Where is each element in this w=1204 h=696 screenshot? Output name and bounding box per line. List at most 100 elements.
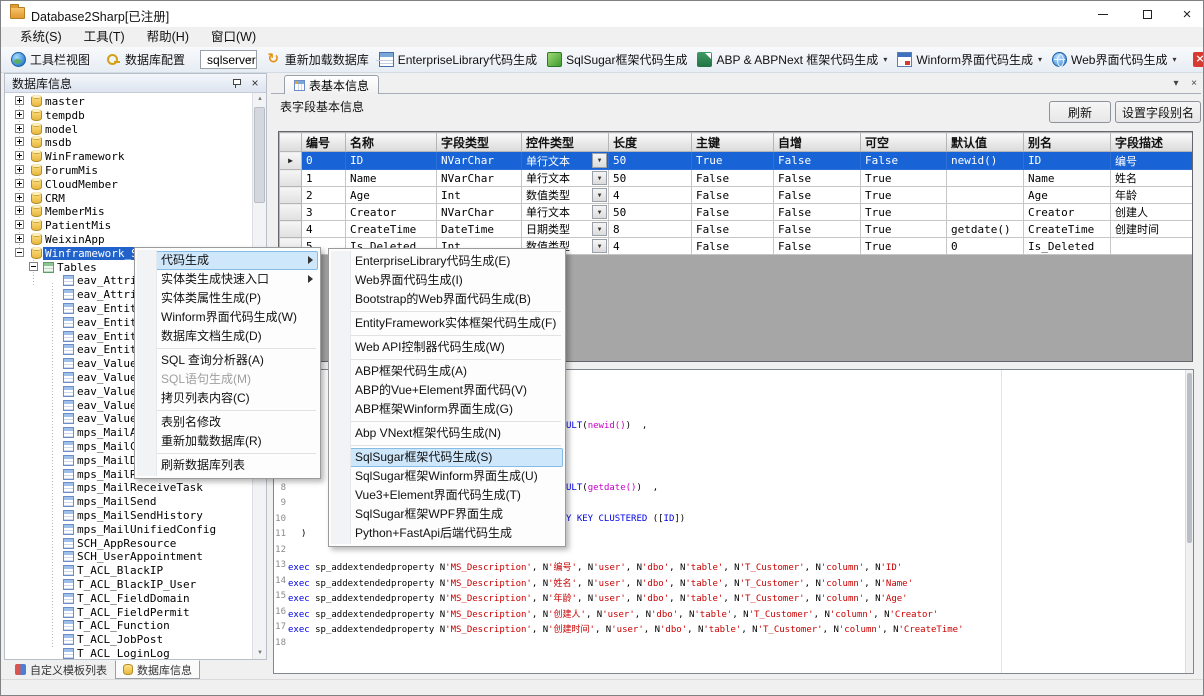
tree-item-table[interactable]: T_ACL_FieldDomain xyxy=(5,591,252,605)
grid-cell[interactable]: False xyxy=(692,170,774,187)
tree-item-table[interactable]: T_ACL_BlackIP_User xyxy=(5,577,252,591)
grid-cell[interactable]: getdate() xyxy=(947,221,1024,238)
grid-cell[interactable]: Name xyxy=(346,170,437,187)
context-menu-item[interactable]: SQL 查询分析器(A) xyxy=(135,351,320,370)
grid-cell[interactable]: False xyxy=(774,238,861,255)
grid-column-header[interactable]: 字段描述 xyxy=(1111,133,1194,152)
tree-item-table[interactable]: mps_MailSendHistory xyxy=(5,508,252,522)
tab-database-info[interactable]: 数据库信息 xyxy=(115,660,200,679)
grid-cell[interactable]: Creator xyxy=(1024,204,1111,221)
context-submenu-item[interactable]: SqlSugar框架Winform界面生成(U) xyxy=(329,467,565,486)
context-submenu-item[interactable]: Web界面代码生成(I) xyxy=(329,271,565,290)
toolbar-button-web-globe[interactable]: Web界面代码生成▾ xyxy=(1047,49,1181,70)
grid-row-header[interactable] xyxy=(280,170,302,187)
grid-cell[interactable]: 单行文本▼ xyxy=(522,204,609,221)
grid-row-header[interactable] xyxy=(280,204,302,221)
grid-column-header[interactable]: 控件类型 xyxy=(522,133,609,152)
panel-close-icon[interactable]: × xyxy=(248,78,262,89)
database-type-combobox[interactable]: sqlserver▾ xyxy=(200,50,257,69)
grid-row-header[interactable] xyxy=(280,221,302,238)
tree-item-table[interactable]: mps_MailUnifiedConfig xyxy=(5,522,252,536)
grid-cell[interactable]: 年龄 xyxy=(1111,187,1194,204)
grid-cell[interactable]: False xyxy=(692,238,774,255)
grid-row-3[interactable]: 3CreatorNVarChar单行文本▼50FalseFalseTrueCre… xyxy=(280,204,1194,221)
context-submenu-item[interactable]: SqlSugar框架WPF界面生成 xyxy=(329,505,565,524)
context-submenu-item[interactable]: EnterpriseLibrary代码生成(E) xyxy=(329,252,565,271)
grid-cell[interactable]: False xyxy=(774,204,861,221)
context-submenu-item[interactable]: Vue3+Element界面代码生成(T) xyxy=(329,486,565,505)
grid-row-4[interactable]: 4CreateTimeDateTime日期类型▼8FalseFalseTrueg… xyxy=(280,221,1194,238)
grid-cell[interactable]: 数值类型▼ xyxy=(522,187,609,204)
context-menu-item[interactable]: 实体类生成快速入口 xyxy=(135,270,320,289)
grid-cell[interactable]: 2 xyxy=(302,187,346,204)
grid-cell[interactable]: False xyxy=(774,170,861,187)
expand-plus-icon[interactable] xyxy=(15,151,24,160)
grid-cell[interactable] xyxy=(1111,238,1194,255)
toolbar-button-green-cube[interactable]: SqlSugar框架代码生成 xyxy=(542,49,692,70)
expand-plus-icon[interactable] xyxy=(15,234,24,243)
tree-item-database[interactable]: tempdb xyxy=(5,108,252,122)
tree-item-table[interactable]: T_ACL_Function xyxy=(5,618,252,632)
context-menu-item[interactable]: 重新加载数据库(R) xyxy=(135,432,320,451)
combo-dropdown-icon[interactable]: ▼ xyxy=(592,205,607,219)
grid-row-0[interactable]: ▶0IDNVarChar单行文本▼50TrueFalseFalsenewid()… xyxy=(280,152,1194,170)
dock-menu-icon[interactable]: ▾ xyxy=(1169,78,1183,89)
grid-cell[interactable]: Age xyxy=(346,187,437,204)
editor-scrollbar-thumb[interactable] xyxy=(1187,373,1192,543)
grid-cell[interactable]: False xyxy=(692,187,774,204)
context-submenu-item[interactable]: ABP的Vue+Element界面代码(V) xyxy=(329,381,565,400)
tab-table-basic-info[interactable]: 表基本信息 xyxy=(284,75,379,94)
collapse-minus-icon[interactable] xyxy=(29,262,38,271)
scroll-up-icon[interactable]: ▲ xyxy=(253,93,267,105)
grid-cell[interactable]: 50 xyxy=(609,204,692,221)
close-button[interactable]: × xyxy=(1169,1,1204,27)
expand-plus-icon[interactable] xyxy=(15,220,24,229)
grid-cell[interactable]: 50 xyxy=(609,170,692,187)
context-submenu-item[interactable]: Bootstrap的Web界面代码生成(B) xyxy=(329,290,565,309)
grid-cell[interactable]: Creator xyxy=(346,204,437,221)
grid-cell[interactable]: True xyxy=(861,238,947,255)
grid-column-header[interactable]: 自增 xyxy=(774,133,861,152)
grid-cell[interactable]: False xyxy=(774,187,861,204)
grid-cell[interactable]: 4 xyxy=(609,187,692,204)
context-menu-item[interactable]: 刷新数据库列表 xyxy=(135,456,320,475)
expand-plus-icon[interactable] xyxy=(15,206,24,215)
toolbar-button-abp[interactable]: ABP & ABPNext 框架代码生成▾ xyxy=(692,49,892,70)
tree-item-table[interactable]: mps_MailReceiveTask xyxy=(5,480,252,494)
tree-item-database[interactable]: MemberMis xyxy=(5,204,252,218)
expand-plus-icon[interactable] xyxy=(15,179,24,188)
context-submenu-item[interactable]: Python+FastApi后端代码生成 xyxy=(329,524,565,543)
grid-cell[interactable]: Name xyxy=(1024,170,1111,187)
expand-plus-icon[interactable] xyxy=(15,96,24,105)
context-menu-item[interactable]: 拷贝列表内容(C) xyxy=(135,389,320,408)
grid-cell[interactable]: 日期类型▼ xyxy=(522,221,609,238)
grid-cell[interactable]: Age xyxy=(1024,187,1111,204)
refresh-button[interactable]: 刷新 xyxy=(1049,101,1111,123)
tree-item-table[interactable]: SCH_UserAppointment xyxy=(5,549,252,563)
grid-cell[interactable]: 3 xyxy=(302,204,346,221)
combo-dropdown-icon[interactable]: ▼ xyxy=(592,222,607,236)
tree-item-database[interactable]: CloudMember xyxy=(5,177,252,191)
grid-cell[interactable]: newid() xyxy=(947,152,1024,170)
toolbar-button-table[interactable]: EnterpriseLibrary代码生成 xyxy=(374,49,542,70)
context-submenu-item[interactable]: Web API控制器代码生成(W) xyxy=(329,338,565,357)
combo-dropdown-icon[interactable]: ▼ xyxy=(592,188,607,202)
grid-cell[interactable]: ID xyxy=(1024,152,1111,170)
expand-plus-icon[interactable] xyxy=(15,110,24,119)
grid-cell[interactable]: Int xyxy=(437,187,522,204)
grid-cell[interactable] xyxy=(947,170,1024,187)
tree-item-table[interactable]: T_ACL_BlackIP xyxy=(5,563,252,577)
grid-cell[interactable]: 1 xyxy=(302,170,346,187)
tree-item-database[interactable]: master xyxy=(5,94,252,108)
menubar-item[interactable]: 窗口(W) xyxy=(200,27,267,47)
grid-cell[interactable]: True xyxy=(861,187,947,204)
menubar-item[interactable]: 工具(T) xyxy=(73,27,136,47)
toolbar-button-exit[interactable]: 退出 xyxy=(1188,49,1204,70)
tree-item-database[interactable]: WinFramework xyxy=(5,149,252,163)
minimize-button[interactable] xyxy=(1081,1,1125,27)
grid-cell[interactable]: 单行文本▼ xyxy=(522,170,609,187)
grid-column-header[interactable]: 别名 xyxy=(1024,133,1111,152)
combo-dropdown-icon[interactable]: ▼ xyxy=(592,239,607,253)
context-submenu-item[interactable]: ABP框架Winform界面生成(G) xyxy=(329,400,565,419)
context-menu-item[interactable]: 代码生成 xyxy=(135,251,320,270)
